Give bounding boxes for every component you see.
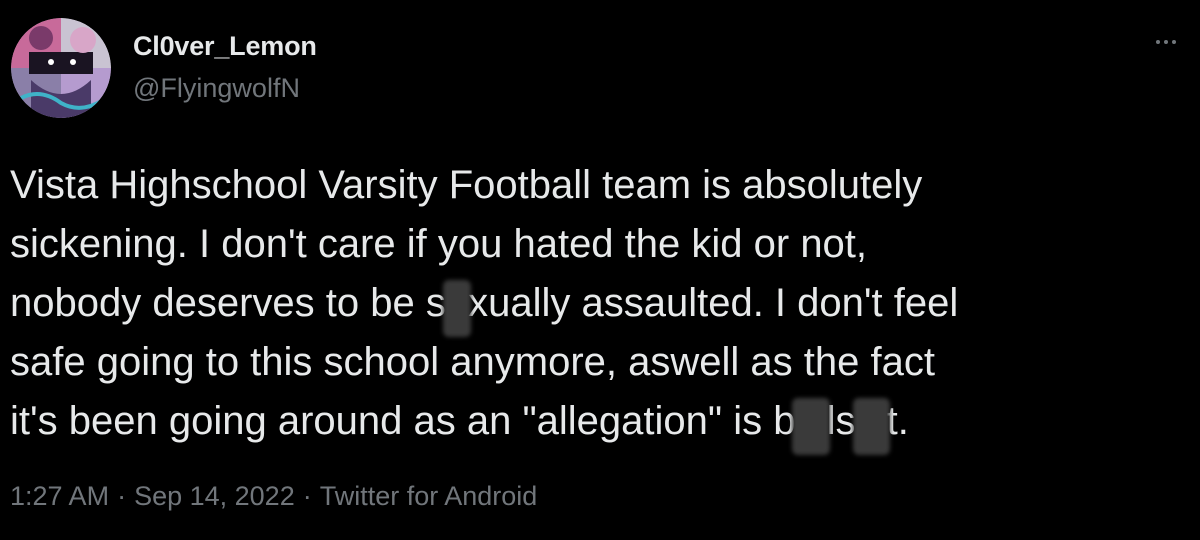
tweet-line: safe going to this school anymore, aswel… — [10, 340, 935, 384]
censor-blur: e — [446, 274, 468, 333]
tweet-line: it's been going around as an "allegation… — [10, 392, 1190, 451]
tweet-source[interactable]: Twitter for Android — [320, 481, 538, 511]
censor-blur: hi — [856, 392, 887, 451]
tweet-metadata: 1:27 AM · Sep 14, 2022 · Twitter for Android — [10, 481, 537, 512]
tweet-line-segment: it's been going around as an "allegation… — [10, 399, 796, 443]
tweet-line: Vista Highschool Varsity Football team i… — [10, 163, 923, 207]
user-handle[interactable]: @FlyingwolfN — [133, 73, 300, 104]
avatar[interactable] — [11, 18, 111, 118]
more-horizontal-icon-dot — [1164, 40, 1168, 44]
tweet-line: nobody deserves to be sexually assaulted… — [10, 274, 1190, 333]
tweet-date[interactable]: Sep 14, 2022 — [134, 481, 295, 511]
tweet-line: sickening. I don't care if you hated the… — [10, 222, 868, 266]
censor-blur: ul — [795, 392, 826, 451]
tweet-line-segment: xually assaulted. I don't feel — [468, 281, 959, 325]
tweet-line-segment: ls — [826, 399, 856, 443]
tweet-line-segment: t. — [886, 399, 909, 443]
avatar-image — [11, 18, 111, 118]
more-horizontal-icon-dot — [1172, 40, 1176, 44]
tweet-text: Vista Highschool Varsity Football team i… — [10, 156, 1190, 451]
more-horizontal-icon — [1156, 40, 1160, 44]
more-options-button[interactable] — [1148, 32, 1184, 52]
tweet-time[interactable]: 1:27 AM — [10, 481, 109, 511]
separator: · — [117, 481, 127, 511]
display-name[interactable]: Cl0ver_Lemon — [133, 31, 317, 62]
tweet-card: Cl0ver_Lemon @FlyingwolfN Vista Highscho… — [0, 0, 1200, 540]
separator: · — [302, 481, 312, 511]
tweet-line-segment: nobody deserves to be s — [10, 281, 446, 325]
